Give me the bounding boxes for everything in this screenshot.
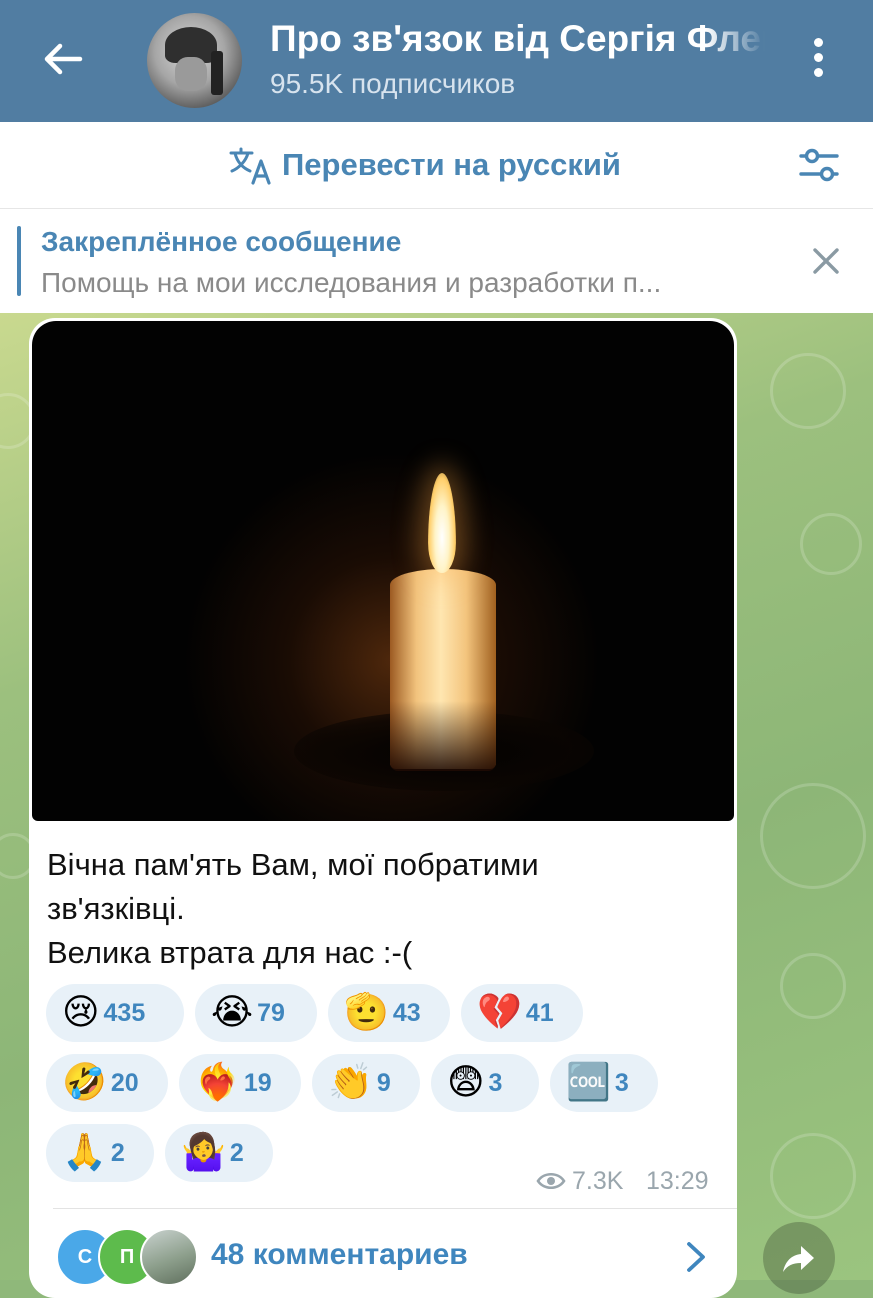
pinned-title: Закреплённое сообщение: [41, 226, 402, 257]
reaction-crying[interactable]: 😢 435: [46, 984, 184, 1042]
candle-photo[interactable]: [32, 321, 734, 821]
reaction-count: 20: [110, 1068, 139, 1097]
broken-heart-icon: 💔: [477, 992, 522, 1033]
translate-icon: [229, 147, 271, 185]
channel-title[interactable]: Про зв'язок від Сергія Флеша: [270, 18, 765, 60]
reaction-pray[interactable]: 🙏 2: [46, 1124, 154, 1182]
view-count: 7.3K: [572, 1167, 624, 1195]
reaction-count: 3: [488, 1068, 503, 1097]
heart-on-fire-icon: ❤️‍🔥: [195, 1062, 240, 1103]
eye-icon: [536, 1172, 566, 1190]
rofl-face-icon: 🤣: [62, 1062, 107, 1103]
pinned-preview: Помощь на мои исследования и разработки …: [41, 267, 662, 298]
reaction-count: 41: [525, 998, 554, 1027]
woman-shrugging-icon: 🤷‍♀️: [181, 1132, 226, 1173]
avatar-face: [175, 57, 207, 91]
clapping-hands-icon: 👏: [328, 1062, 373, 1103]
reaction-count: 9: [376, 1068, 391, 1097]
pinned-indicator: [17, 226, 21, 296]
reaction-count: 2: [110, 1138, 125, 1167]
crying-face-icon: 😢: [62, 992, 100, 1033]
comments-divider: [53, 1208, 737, 1209]
channel-avatar[interactable]: [147, 13, 242, 108]
fearful-face-icon: 😨: [447, 1062, 485, 1103]
subscriber-count: 95.5K подписчиков: [270, 68, 516, 99]
reaction-count: 3: [614, 1068, 629, 1097]
translate-button[interactable]: Перевести на русский: [282, 147, 621, 183]
sliders-icon[interactable]: [798, 146, 840, 184]
reaction-cool[interactable]: 🆒 3: [550, 1054, 658, 1112]
reaction-sobbing[interactable]: 😭 79: [195, 984, 317, 1042]
reaction-rofl[interactable]: 🤣 20: [46, 1054, 168, 1112]
avatar-photo: [140, 1228, 198, 1286]
message-text: Вічна пам'ять Вам, мої побратими зв'язкі…: [47, 847, 539, 970]
commenter-avatars[interactable]: С П: [56, 1228, 198, 1286]
reaction-count: 79: [257, 998, 285, 1027]
folded-hands-icon: 🙏: [62, 1132, 107, 1173]
reaction-count: 19: [243, 1068, 272, 1097]
share-arrow-icon: [783, 1246, 814, 1272]
cool-button-icon: 🆒: [566, 1062, 611, 1103]
reaction-count: 2: [229, 1138, 244, 1167]
avatar-radio: [211, 51, 223, 95]
reaction-salute[interactable]: 🫡 43: [328, 984, 450, 1042]
comments-button[interactable]: 48 комментариев: [211, 1238, 468, 1272]
reaction-count: 43: [392, 998, 421, 1027]
reaction-count: 435: [103, 998, 146, 1027]
share-button[interactable]: [763, 1222, 835, 1294]
close-icon[interactable]: [810, 245, 842, 277]
chevron-right-icon[interactable]: [684, 1240, 708, 1274]
reaction-shrug[interactable]: 🤷‍♀️ 2: [165, 1124, 273, 1182]
salute-face-icon: 🫡: [344, 992, 389, 1033]
arrow-left-icon[interactable]: [42, 38, 84, 80]
more-vertical-icon[interactable]: [808, 38, 828, 82]
reaction-heart-fire[interactable]: ❤️‍🔥 19: [179, 1054, 301, 1112]
message-bubble[interactable]: Вічна пам'ять Вам, мої побратими зв'язкі…: [29, 318, 737, 1298]
sobbing-face-icon: 😭: [211, 992, 254, 1033]
reaction-fearful[interactable]: 😨 3: [431, 1054, 539, 1112]
reaction-broken-heart[interactable]: 💔 41: [461, 984, 583, 1042]
message-time: 13:29: [646, 1167, 709, 1195]
reaction-clap[interactable]: 👏 9: [312, 1054, 420, 1112]
